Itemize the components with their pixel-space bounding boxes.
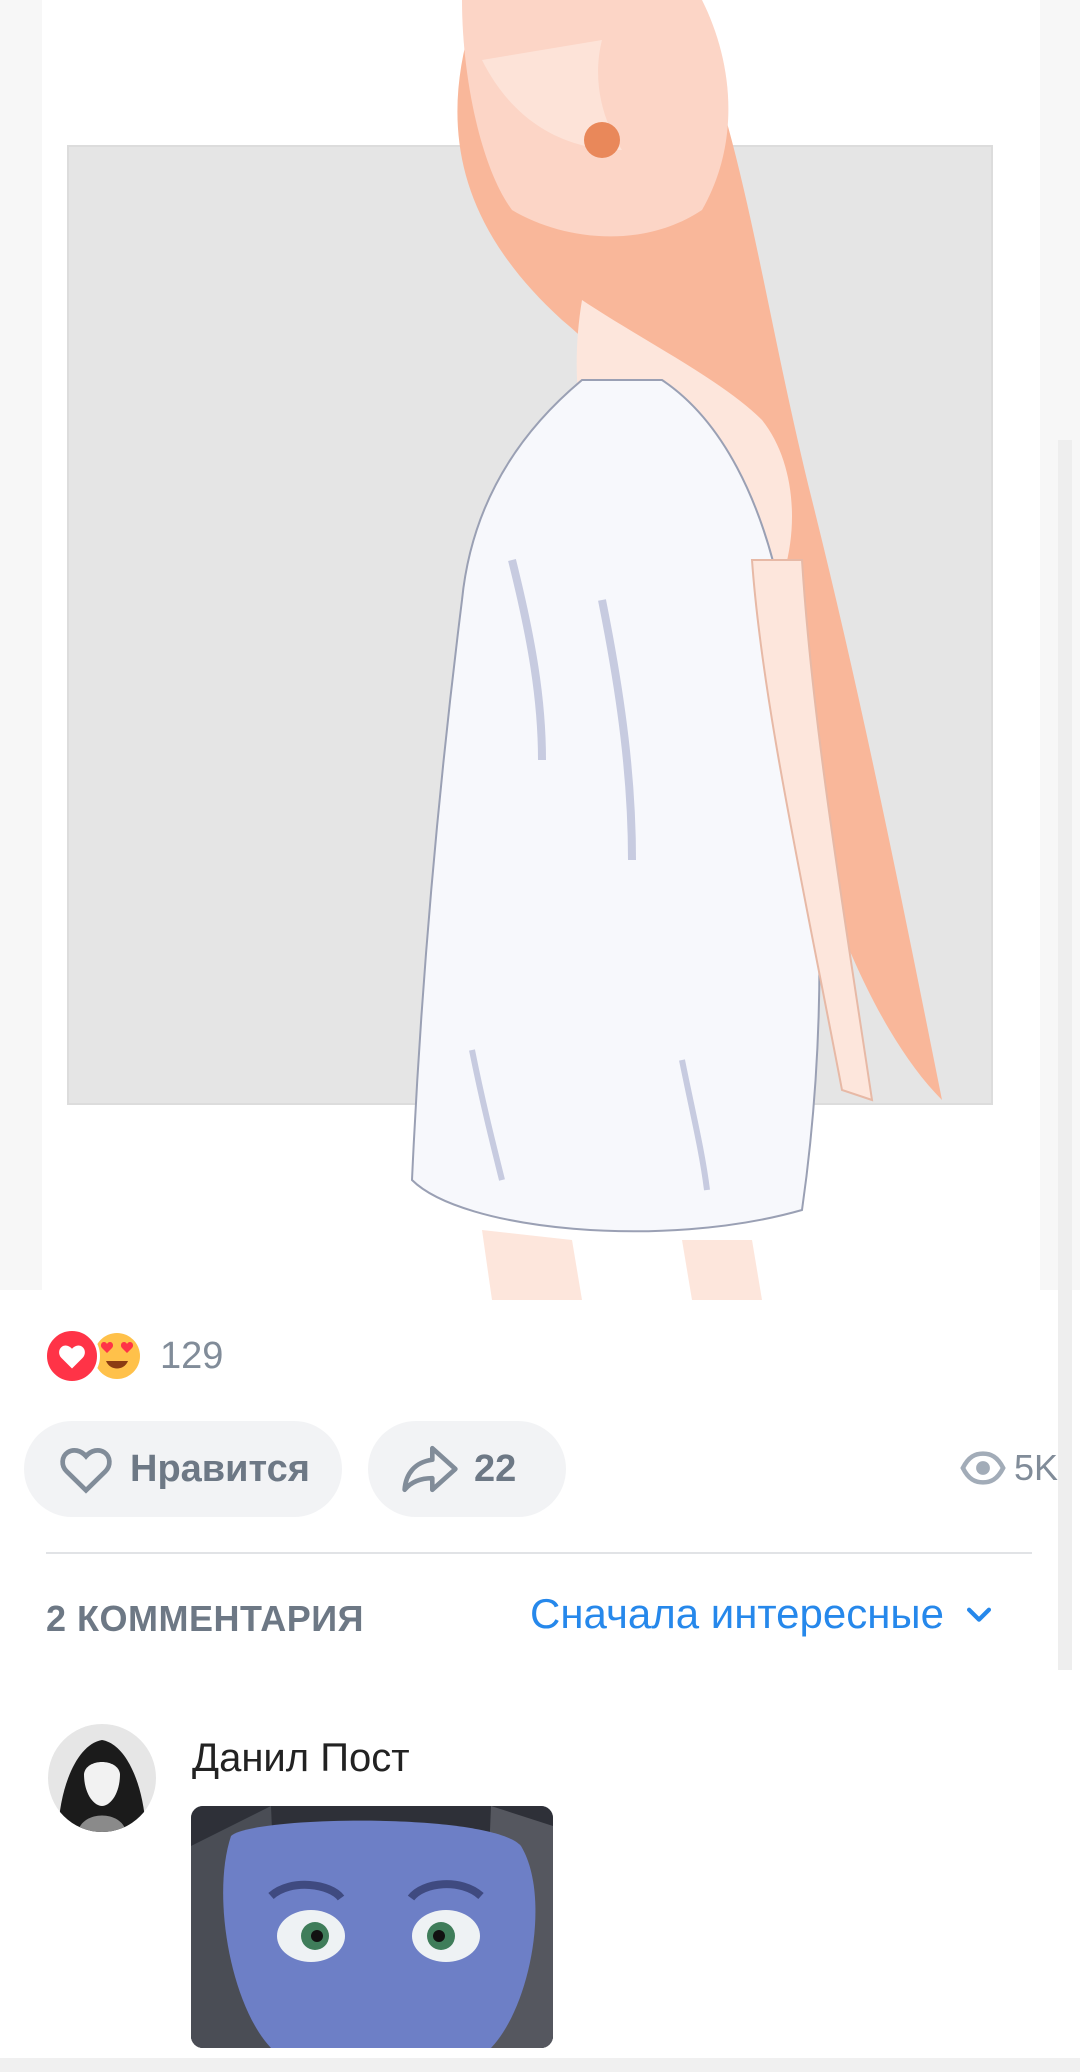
scrollbar[interactable]: [1058, 440, 1072, 1670]
heart-icon: [44, 1328, 100, 1384]
eye-icon: [960, 1445, 1006, 1491]
post-image[interactable]: [42, 0, 1040, 1300]
share-button[interactable]: 22: [368, 1421, 566, 1517]
comment-author[interactable]: Данил Пост: [192, 1736, 410, 1781]
divider: [46, 1552, 1032, 1554]
avatar[interactable]: [48, 1724, 156, 1832]
bottom-edge: [0, 2058, 1080, 2072]
comment-image[interactable]: [191, 1806, 553, 2048]
reactions-count: 129: [160, 1334, 224, 1377]
chevron-down-icon: [962, 1597, 996, 1631]
reactions-summary[interactable]: 129: [44, 1328, 223, 1384]
views-counter: 5K: [960, 1445, 1058, 1491]
share-count: 22: [474, 1447, 517, 1490]
comments-sort-dropdown[interactable]: Сначала интересные: [530, 1590, 996, 1638]
views-count: 5K: [1013, 1447, 1058, 1488]
share-arrow-icon: [400, 1439, 460, 1499]
heart-outline-icon: [56, 1439, 116, 1499]
sort-label: Сначала интересные: [530, 1590, 944, 1637]
like-label: Нравится: [130, 1447, 310, 1490]
left-gutter: [0, 0, 42, 1290]
comments-count: 2 КОММЕНТАРИЯ: [46, 1598, 364, 1639]
like-button[interactable]: Нравится: [24, 1421, 342, 1517]
